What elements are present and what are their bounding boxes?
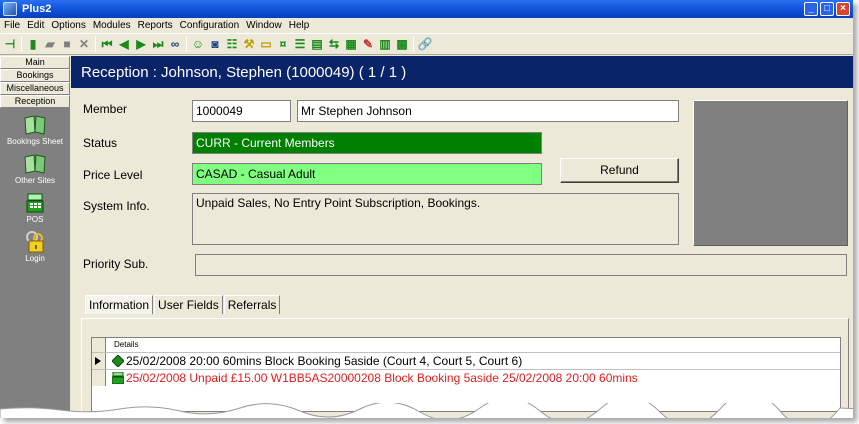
minimize-button[interactable]: _ bbox=[804, 2, 818, 16]
nav-item-label: Login bbox=[25, 254, 45, 263]
toolbar-separator bbox=[21, 36, 22, 52]
menu-help[interactable]: Help bbox=[289, 20, 310, 31]
close-button[interactable]: × bbox=[836, 2, 850, 16]
menu-reports[interactable]: Reports bbox=[138, 20, 173, 31]
status-field[interactable]: CURR - Current Members bbox=[192, 132, 542, 154]
nav-panel: Bookings Sheet Other Sites POS Login bbox=[0, 114, 70, 270]
window-title: Plus2 bbox=[22, 3, 52, 15]
toolbar: ⊣ ▮ ▰ ■ ✕ ⏮ ◀ ▶ ⏭ ∞ ☺ ◙ ☷ ⚒ ▭ ¤ ☰ ▤ ⇆ ▦ … bbox=[0, 33, 853, 55]
tab-strip: Information User Fields Referrals bbox=[85, 295, 281, 314]
chart-icon[interactable]: ▥ bbox=[378, 37, 392, 51]
last-icon[interactable]: ⏭ bbox=[151, 37, 165, 51]
row-text: 25/02/2008 20:00 60mins Block Booking 5a… bbox=[126, 354, 523, 368]
menu-modules[interactable]: Modules bbox=[93, 20, 131, 31]
row-selector[interactable] bbox=[92, 353, 106, 369]
priority-sub-label: Priority Sub. bbox=[83, 257, 149, 271]
document-icon[interactable]: ▤ bbox=[310, 37, 324, 51]
row-selector[interactable] bbox=[92, 370, 106, 386]
member-photo bbox=[693, 100, 848, 246]
next-icon[interactable]: ▶ bbox=[134, 37, 148, 51]
menu-options[interactable]: Options bbox=[51, 20, 85, 31]
camera-icon[interactable]: ◙ bbox=[208, 37, 222, 51]
new-icon[interactable]: ▮ bbox=[26, 37, 40, 51]
nav-item-label: Bookings Sheet bbox=[6, 137, 64, 146]
nav-tab-miscellaneous[interactable]: Miscellaneous bbox=[0, 82, 70, 95]
book-icon bbox=[24, 153, 46, 175]
details-grid: Details 25/02/2008 20:00 60mins Block Bo… bbox=[91, 337, 841, 412]
refund-button-label: Refund bbox=[600, 163, 639, 177]
pen-icon[interactable]: ✎ bbox=[361, 37, 375, 51]
window-controls: _ □ × bbox=[804, 2, 850, 16]
price-level-field[interactable]: CASAD - Casual Adult bbox=[192, 163, 542, 185]
priority-sub-field[interactable] bbox=[195, 254, 847, 276]
first-icon[interactable]: ⏮ bbox=[100, 37, 114, 51]
left-navigation: Main Bookings Miscellaneous Reception Bo… bbox=[0, 56, 70, 418]
prev-icon[interactable]: ◀ bbox=[117, 37, 131, 51]
card-icon[interactable]: ▭ bbox=[259, 37, 273, 51]
plus2-window: Plus2 _ □ × File Edit Options Modules Re… bbox=[0, 0, 853, 418]
unpaid-icon bbox=[111, 371, 125, 385]
menu-window[interactable]: Window bbox=[246, 20, 282, 31]
menu-bar: File Edit Options Modules Reports Config… bbox=[0, 18, 853, 33]
calendar-icon[interactable]: ▦ bbox=[344, 37, 358, 51]
page-title: Reception : Johnson, Stephen (1000049) (… bbox=[71, 56, 853, 88]
transfer-icon[interactable]: ⇆ bbox=[327, 37, 341, 51]
keys-icon bbox=[24, 231, 46, 253]
nav-item-login[interactable]: Login bbox=[0, 231, 70, 263]
reception-panel: Reception : Johnson, Stephen (1000049) (… bbox=[71, 56, 853, 418]
nav-item-label: POS bbox=[26, 215, 44, 224]
toolbar-separator bbox=[413, 36, 414, 52]
nav-item-bookings-sheet[interactable]: Bookings Sheet bbox=[0, 114, 70, 146]
status-label: Status bbox=[83, 136, 118, 150]
first-record-icon[interactable]: ⊣ bbox=[3, 37, 17, 51]
nav-tab-main[interactable]: Main bbox=[0, 56, 70, 69]
book-icon bbox=[24, 114, 46, 136]
nav-item-label: Other Sites bbox=[14, 176, 55, 185]
nav-item-other-sites[interactable]: Other Sites bbox=[0, 153, 70, 185]
grid-header: Details bbox=[92, 338, 840, 352]
tools-icon[interactable]: ⚒ bbox=[242, 37, 256, 51]
details-column-header[interactable]: Details bbox=[114, 340, 138, 349]
member-name-field[interactable]: Mr Stephen Johnson bbox=[297, 100, 679, 122]
current-row-icon bbox=[95, 357, 101, 365]
member-icon[interactable]: ☺ bbox=[191, 37, 205, 51]
member-label: Member bbox=[83, 102, 128, 116]
nav-tab-reception[interactable]: Reception bbox=[0, 95, 70, 108]
system-info-field[interactable]: Unpaid Sales, No Entry Point Subscriptio… bbox=[192, 193, 679, 245]
maximize-button[interactable]: □ bbox=[820, 2, 834, 16]
menu-configuration[interactable]: Configuration bbox=[180, 20, 239, 31]
tab-referrals[interactable]: Referrals bbox=[223, 295, 281, 314]
menu-file[interactable]: File bbox=[4, 20, 20, 31]
nav-tab-bookings[interactable]: Bookings bbox=[0, 69, 70, 82]
price-level-label: Price Level bbox=[83, 168, 143, 182]
menu-edit[interactable]: Edit bbox=[27, 20, 44, 31]
tab-user-fields[interactable]: User Fields bbox=[154, 295, 223, 314]
system-info-label: System Info. bbox=[83, 199, 150, 213]
tab-information[interactable]: Information bbox=[85, 295, 154, 314]
open-icon[interactable]: ▰ bbox=[43, 37, 57, 51]
group-icon[interactable]: ☷ bbox=[225, 37, 239, 51]
cash-register-icon bbox=[24, 192, 46, 214]
torn-edge bbox=[0, 403, 853, 418]
booking-icon bbox=[111, 354, 125, 368]
link-icon[interactable]: 🔗 bbox=[418, 37, 433, 51]
app-icon bbox=[3, 2, 17, 16]
table-row[interactable]: 25/02/2008 20:00 60mins Block Booking 5a… bbox=[92, 352, 840, 369]
row-text: 25/02/2008 Unpaid £15.00 W1BB5AS20000208… bbox=[126, 371, 638, 385]
list-icon[interactable]: ☰ bbox=[293, 37, 307, 51]
member-id-field[interactable]: 1000049 bbox=[192, 100, 291, 122]
title-bar: Plus2 _ □ × bbox=[0, 0, 853, 18]
binoculars-icon[interactable]: ∞ bbox=[168, 37, 182, 51]
toolbar-separator bbox=[186, 36, 187, 52]
cancel-icon[interactable]: ✕ bbox=[77, 37, 91, 51]
stats-icon[interactable]: ▩ bbox=[395, 37, 409, 51]
toolbar-separator bbox=[95, 36, 96, 52]
refund-button[interactable]: Refund bbox=[560, 158, 679, 183]
nav-item-pos[interactable]: POS bbox=[0, 192, 70, 224]
table-row[interactable]: 25/02/2008 Unpaid £15.00 W1BB5AS20000208… bbox=[92, 369, 840, 386]
stop-icon[interactable]: ■ bbox=[60, 37, 74, 51]
row-selector-header bbox=[92, 338, 106, 352]
money-icon[interactable]: ¤ bbox=[276, 37, 290, 51]
